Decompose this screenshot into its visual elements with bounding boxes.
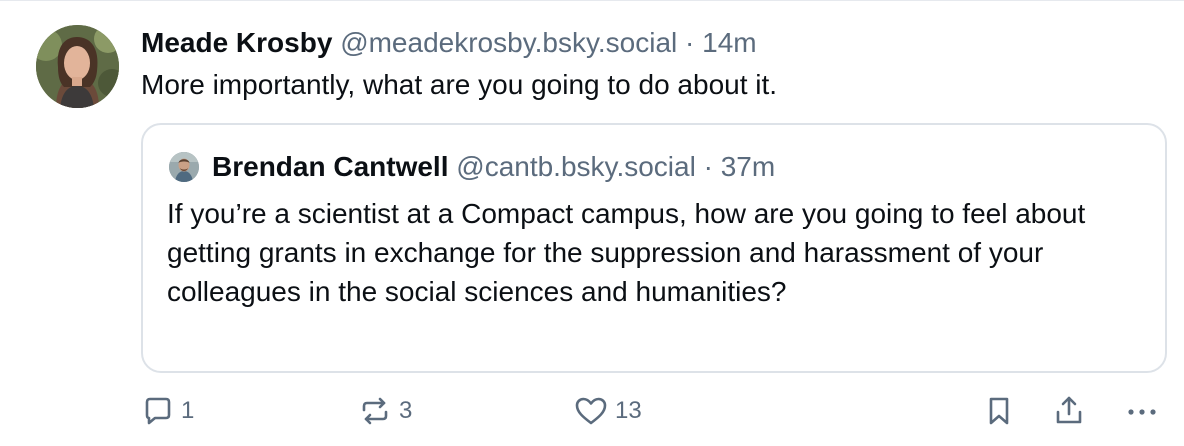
- bookmark-icon: [983, 394, 1015, 428]
- quoted-post-card[interactable]: Brendan Cantwell @cantb.bsky.social · 37…: [141, 123, 1167, 373]
- post-text: More importantly, what are you going to …: [141, 69, 778, 100]
- like-count: 13: [615, 397, 642, 424]
- repost-button[interactable]: 3: [357, 394, 412, 428]
- post-timestamp[interactable]: 14m: [702, 27, 756, 58]
- post-header: Meade Krosby @meadekrosby.bsky.social · …: [141, 24, 757, 62]
- quoted-author-handle[interactable]: @cantb.bsky.social: [456, 151, 696, 182]
- repost-icon: [357, 394, 393, 428]
- bookmark-button[interactable]: [983, 394, 1015, 428]
- more-options-button[interactable]: [1124, 394, 1160, 428]
- meta-separator: ·: [685, 27, 695, 58]
- avatar-image: [36, 25, 119, 108]
- quoted-post-text: If you’re a scientist at a Compact campu…: [167, 198, 1086, 307]
- author-handle[interactable]: @meadekrosby.bsky.social: [340, 27, 677, 58]
- post[interactable]: Meade Krosby @meadekrosby.bsky.social · …: [0, 0, 1184, 446]
- quoted-author-display-name[interactable]: Brendan Cantwell: [212, 151, 448, 182]
- heart-icon: [573, 394, 609, 428]
- reply-button[interactable]: 1: [141, 394, 194, 428]
- author-display-name[interactable]: Meade Krosby: [141, 27, 332, 58]
- share-icon: [1053, 394, 1085, 428]
- quoted-meta-separator: ·: [703, 151, 713, 182]
- author-avatar[interactable]: [36, 25, 119, 108]
- quoted-post-header: Brendan Cantwell @cantb.bsky.social · 37…: [212, 148, 775, 186]
- reply-count: 1: [181, 397, 195, 424]
- share-button[interactable]: [1053, 394, 1085, 428]
- quoted-author-avatar: [169, 152, 199, 182]
- reply-icon: [141, 394, 175, 428]
- more-options-icon: [1124, 394, 1160, 428]
- repost-count: 3: [399, 397, 413, 424]
- like-button[interactable]: 13: [573, 394, 642, 428]
- quoted-avatar-image: [169, 152, 199, 182]
- post-actions-bar: 1 3 13: [0, 386, 1184, 436]
- quoted-post-timestamp[interactable]: 37m: [721, 151, 775, 182]
